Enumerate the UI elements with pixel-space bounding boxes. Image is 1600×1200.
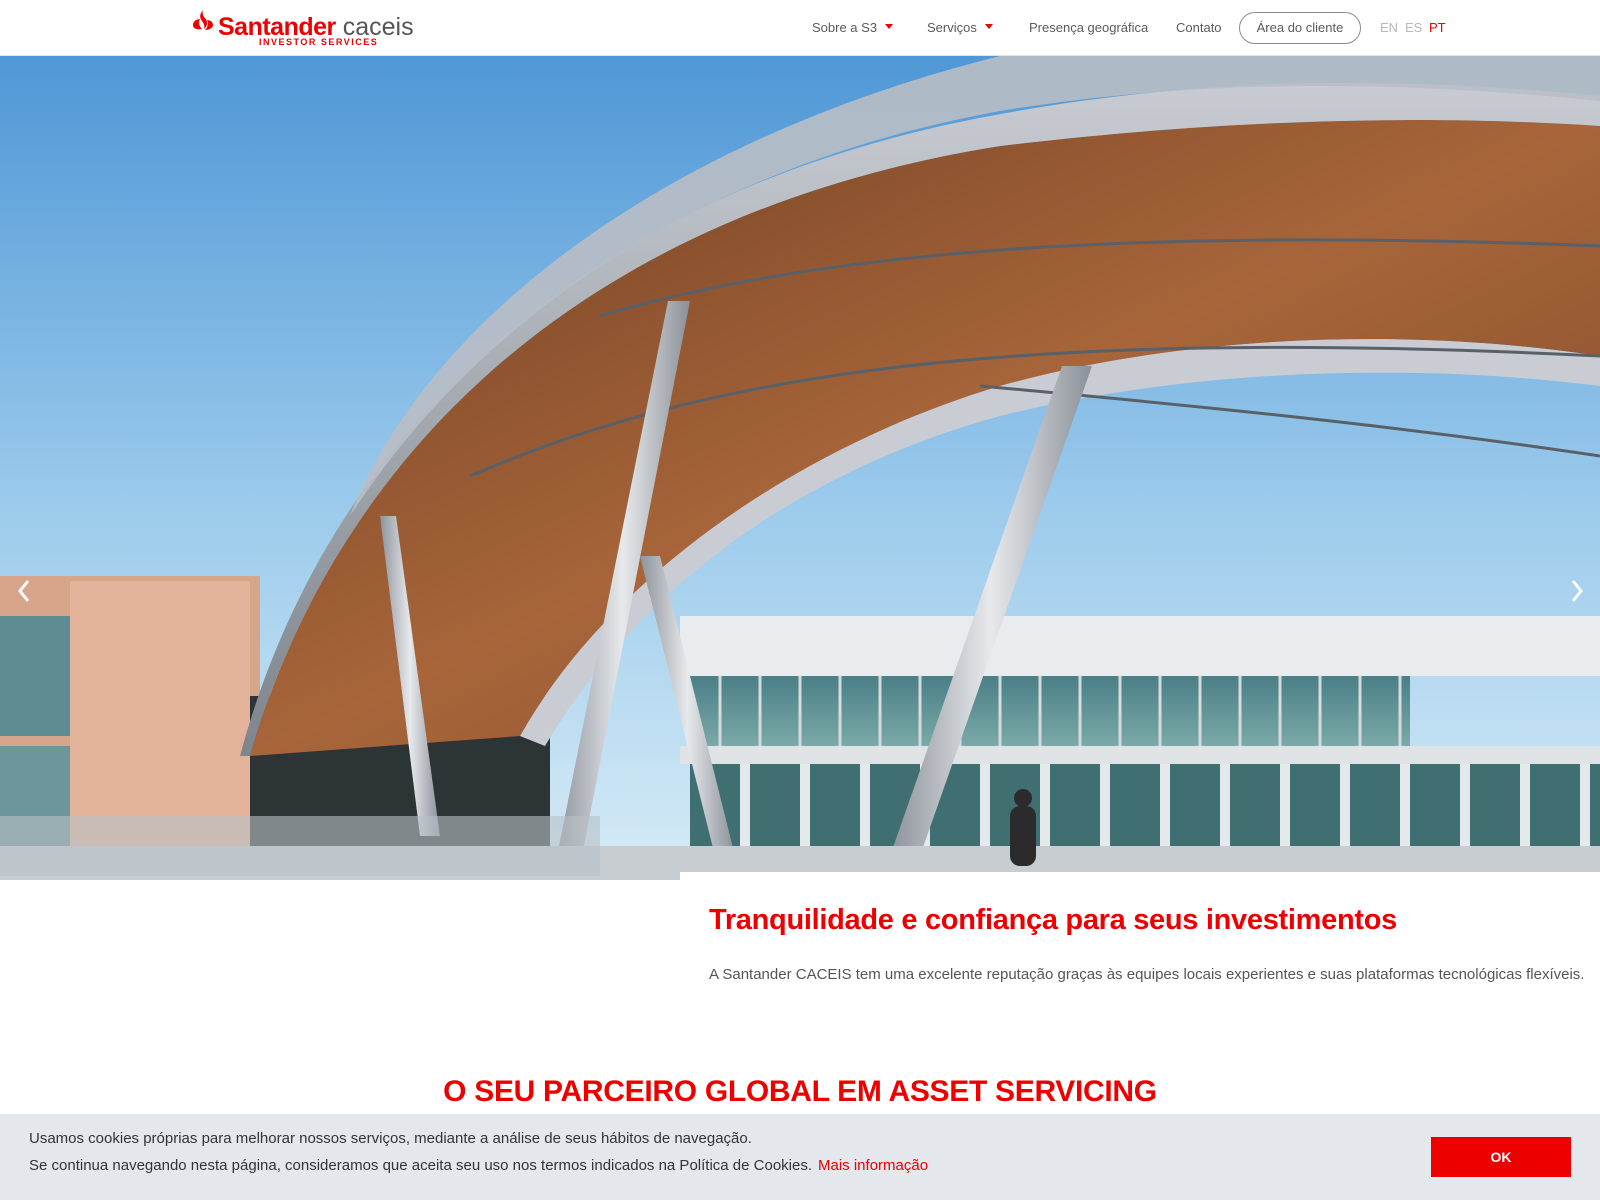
- brand-tagline: INVESTOR SERVICES: [259, 37, 379, 47]
- nav-item-label: Presença geográfica: [1029, 20, 1149, 35]
- caret-down-icon: [885, 24, 894, 29]
- nav-item-sobre[interactable]: Sobre a S3: [812, 19, 894, 37]
- nav-item-presenca[interactable]: Presença geográfica: [1029, 19, 1148, 37]
- santander-caceis-logo[interactable]: Santander caceis INVESTOR SERVICES: [190, 9, 420, 49]
- nav-item-label: Serviços: [927, 20, 977, 35]
- cookie-text-line2: Se continua navegando nesta página, cons…: [29, 1155, 928, 1177]
- lang-es-link[interactable]: ES: [1405, 19, 1422, 37]
- hero-lead-text: A Santander CACEIS tem uma excelente rep…: [709, 966, 1585, 983]
- nav-item-label: Contato: [1176, 20, 1222, 35]
- caret-down-icon: [984, 24, 993, 29]
- hero-image: [0, 56, 1600, 880]
- nav-item-contato[interactable]: Contato: [1176, 19, 1222, 37]
- cookie-text-line1: Usamos cookies próprias para melhorar no…: [29, 1130, 752, 1147]
- client-area-button[interactable]: Área do cliente: [1239, 12, 1361, 44]
- carousel-next-button[interactable]: [1565, 571, 1589, 611]
- lang-pt-link[interactable]: PT: [1429, 19, 1446, 37]
- cookie-banner: Usamos cookies próprias para melhorar no…: [0, 1114, 1600, 1200]
- site-header: Santander caceis INVESTOR SERVICES Sobre…: [0, 0, 1600, 56]
- santander-flame-icon: [193, 10, 213, 30]
- chevron-left-icon: [18, 580, 30, 602]
- section-title: O SEU PARCEIRO GLOBAL EM ASSET SERVICING: [443, 1075, 1157, 1108]
- carousel-prev-button[interactable]: [12, 571, 36, 611]
- lang-en-link[interactable]: EN: [1380, 19, 1398, 37]
- nav-item-label: Sobre a S3: [812, 20, 878, 35]
- chevron-right-icon: [1571, 580, 1583, 602]
- hero-headline: Tranquilidade e confiança para seus inve…: [709, 904, 1397, 936]
- cookie-text: Se continua navegando nesta página, cons…: [29, 1157, 813, 1174]
- cookie-more-info-link[interactable]: Mais informação: [818, 1157, 928, 1174]
- hero-carousel: [0, 56, 1600, 880]
- cookie-ok-button[interactable]: OK: [1431, 1137, 1571, 1177]
- nav-item-servicos[interactable]: Serviços: [927, 19, 993, 37]
